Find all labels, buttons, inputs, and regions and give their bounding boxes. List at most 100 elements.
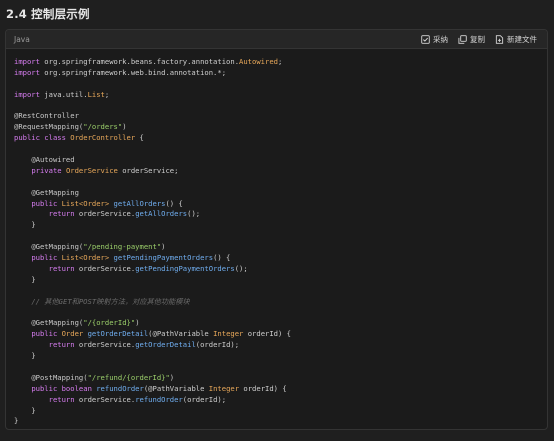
code-token: "/orders" <box>83 122 123 132</box>
code-token: @GetMapping <box>31 187 79 197</box>
code-token: (@PathVariable <box>143 383 209 393</box>
code-token: ) <box>169 372 175 382</box>
code-token: List<Order> <box>61 198 110 208</box>
code-token: getOrderDetail <box>87 329 149 339</box>
code-token: ) <box>122 122 127 132</box>
code-line: public Order getOrderDetail(@PathVariabl… <box>14 329 547 340</box>
code-line: @GetMapping("/{orderId}") <box>14 318 547 329</box>
code-line: return orderService.getAllOrders(); <box>14 209 547 220</box>
code-line: import org.springframework.web.bind.anno… <box>14 68 547 79</box>
code-line: @PostMapping("/refund/{orderId}") <box>14 373 547 384</box>
code-token: ) <box>135 318 140 328</box>
code-token: orderId) { <box>243 329 291 339</box>
code-token: orderService. <box>74 263 136 273</box>
copy-button[interactable]: 复制 <box>458 34 485 45</box>
code-token: return <box>48 394 75 404</box>
code-line: public List<Order> getPendingPaymentOrde… <box>14 253 547 264</box>
code-token: Integer <box>213 329 244 339</box>
code-token: (); <box>234 263 248 273</box>
code-block: Java 采纳 复制 新建文件 import org.springframewo… <box>5 29 548 430</box>
adopt-label: 采纳 <box>433 34 448 44</box>
code-token: public <box>31 198 58 208</box>
new-file-button[interactable]: 新建文件 <box>495 34 537 45</box>
code-token: getPendingPaymentOrders <box>135 263 235 273</box>
code-token: @GetMapping( <box>31 318 84 328</box>
code-token: List <box>87 89 105 99</box>
code-line: return orderService.getPendingPaymentOrd… <box>14 264 547 275</box>
language-label: Java <box>14 34 30 44</box>
code-line: @RequestMapping("/orders") <box>14 122 547 133</box>
code-content: import org.springframework.beans.factory… <box>6 49 547 427</box>
code-line: import java.util.List; <box>14 90 547 101</box>
code-line: return orderService.refundOrder(orderId)… <box>14 395 547 406</box>
code-token: orderService. <box>74 394 136 404</box>
code-line: } <box>14 220 547 231</box>
code-line: } <box>14 351 547 362</box>
code-token: (@PathVariable <box>148 329 214 339</box>
code-token: @GetMapping( <box>31 242 84 252</box>
code-token: getAllOrders <box>113 198 166 208</box>
code-token: Autowired <box>239 57 278 66</box>
code-token: { <box>135 133 144 143</box>
code-token: } <box>14 274 36 284</box>
code-token: org.springframework.web.bind.annotation.… <box>39 67 227 77</box>
code-token: @RequestMapping( <box>14 122 84 132</box>
code-token: List<Order> <box>61 253 110 263</box>
code-token: } <box>14 220 36 230</box>
code-line: // 其他GET和POST映射方法，对应其他功能模块 <box>14 297 547 308</box>
code-token: java.util. <box>39 89 88 99</box>
code-token: Order <box>61 329 84 339</box>
code-token: @RestController <box>14 111 79 121</box>
code-token: // 其他GET和POST映射方法，对应其他功能模块 <box>31 296 190 306</box>
code-token: ) <box>161 242 166 252</box>
code-line: } <box>14 416 547 427</box>
code-token: (); <box>187 209 201 219</box>
code-token: (orderId); <box>182 394 227 404</box>
code-token: public <box>31 329 58 339</box>
code-actions: 采纳 复制 新建文件 <box>421 34 537 45</box>
code-token: private <box>31 165 62 175</box>
code-token: orderId) { <box>239 383 287 393</box>
code-line: import org.springframework.beans.factory… <box>14 57 547 68</box>
code-token: getPendingPaymentOrders <box>113 253 214 263</box>
code-token: ; <box>104 89 110 99</box>
code-token: ; <box>277 57 283 66</box>
code-line: return orderService.getOrderDetail(order… <box>14 340 547 351</box>
code-line: @Autowired <box>14 155 547 166</box>
code-token: OrderService <box>65 165 118 175</box>
code-token: refundOrder <box>135 394 183 404</box>
code-token: @Autowired <box>31 155 75 165</box>
code-token: } <box>14 416 19 426</box>
adopt-button[interactable]: 采纳 <box>421 34 448 45</box>
code-token: return <box>48 263 75 273</box>
new-file-label: 新建文件 <box>507 34 537 44</box>
code-token: return <box>48 340 75 350</box>
code-token: "/{orderId}" <box>83 318 136 328</box>
code-token: Integer <box>208 383 240 393</box>
code-token: () { <box>213 253 231 263</box>
code-token: orderService. <box>74 340 136 350</box>
code-token: (orderId); <box>195 340 240 350</box>
code-token: "/pending-payment" <box>83 242 162 252</box>
code-token: import <box>14 57 40 66</box>
code-token: return <box>48 209 75 219</box>
